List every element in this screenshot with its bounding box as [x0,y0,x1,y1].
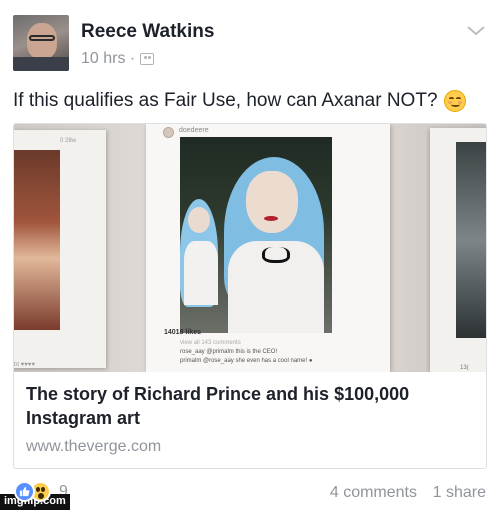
doll-face [188,207,210,233]
comments-count-link[interactable]: 4 comments [330,484,417,502]
main-print-photo [180,137,332,333]
profile-avatar-icon [163,127,174,138]
main-print-caption-2: primalm @rose_aay she even has a cool na… [180,358,313,364]
main-print-view-comments: view all 143 comments [180,340,241,346]
post-text: If this qualifies as Fair Use, how can A… [13,90,466,112]
link-preview-image[interactable]: 0 28w bt ♥♥♥♥ doedeere 14018 likes view … [14,124,486,372]
left-print-photo [14,150,60,330]
right-print: 13( [430,128,486,372]
doll-body [184,241,218,305]
author-name[interactable]: Reece Watkins [81,21,214,43]
left-print-likes: 0 28w [60,138,77,144]
right-print-photo [456,142,486,338]
main-print-caption-1: rose_aay @primalm this is the CEO! [180,349,278,355]
smiling-face-icon [443,90,466,112]
link-title[interactable]: The story of Richard Prince and his $100… [26,382,476,430]
left-print: 0 28w bt ♥♥♥♥ [14,130,106,368]
dress-bow [262,247,290,263]
like-reaction-icon [14,481,35,502]
post-footer: 9 4 comments 1 share [0,476,500,510]
woman-face [246,171,298,233]
friends-icon [140,53,155,65]
avatar-face [27,23,57,59]
link-domain: www.theverge.com [26,438,162,455]
link-preview-card[interactable]: 0 28w bt ♥♥♥♥ doedeere 14018 likes view … [13,123,487,469]
avatar-shirt [13,57,69,71]
main-print: doedeere 14018 likes view all 143 commen… [146,124,390,372]
shares-count-link[interactable]: 1 share [433,484,486,502]
right-print-bottom: 13( [460,365,469,371]
post-time[interactable]: 10 hrs · [81,50,135,68]
main-print-likes: 14018 likes [164,329,201,336]
woman-lips [264,216,278,221]
post-meta: 10 hrs · [81,50,155,68]
left-print-bottom: bt ♥♥♥♥ [14,362,35,368]
chevron-down-icon[interactable] [466,24,486,38]
avatar-glasses [29,35,55,41]
main-print-handle: doedeere [179,127,209,134]
post-header: Reece Watkins 10 hrs · [0,0,500,84]
author-avatar[interactable] [13,15,69,71]
post-text-body: If this qualifies as Fair Use, how can A… [13,90,438,111]
